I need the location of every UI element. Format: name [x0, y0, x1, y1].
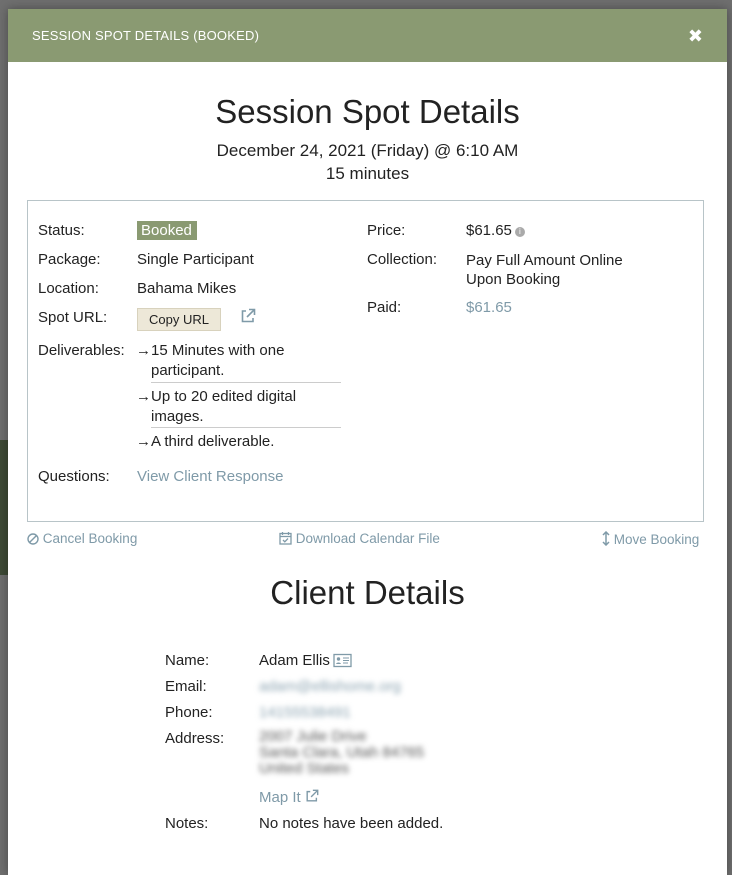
phone-label: Phone:	[165, 704, 213, 721]
external-link-icon[interactable]	[240, 308, 256, 329]
cancel-booking-button[interactable]: Cancel Booking	[27, 531, 137, 546]
address-line: United States	[259, 760, 350, 777]
map-it-label: Map It	[259, 789, 301, 806]
client-notes: No notes have been added.	[259, 815, 444, 832]
deliverables-label: Deliverables:	[38, 342, 125, 359]
collection-line: Pay Full Amount Online	[466, 252, 623, 269]
session-date: December 24, 2021 (Friday) @ 6:10 AM	[216, 141, 519, 160]
client-name: Adam Ellis	[259, 652, 330, 669]
modal-header: SESSION SPOT DETAILS (BOOKED) ✖	[8, 9, 727, 62]
copy-url-button[interactable]: Copy URL	[137, 308, 221, 331]
list-item: →A third deliverable.	[136, 432, 341, 452]
close-icon[interactable]: ✖	[688, 27, 703, 45]
vertical-arrows-icon	[602, 530, 610, 547]
questions-label: Questions:	[38, 468, 110, 485]
client-email[interactable]: adam@ellishome.org	[259, 678, 401, 695]
price-label: Price:	[367, 222, 406, 239]
divider	[151, 427, 341, 428]
modal-title: SESSION SPOT DETAILS (BOOKED)	[32, 28, 260, 43]
calendar-check-icon	[279, 532, 292, 545]
paid-label: Paid:	[367, 299, 402, 316]
address-label: Address:	[165, 730, 225, 747]
package-label: Package:	[38, 251, 101, 268]
map-it-link[interactable]: Map It	[259, 789, 319, 806]
collection-value: Pay Full Amount Online Upon Booking	[466, 251, 623, 289]
background-image-fragment	[0, 440, 8, 575]
cancel-booking-label: Cancel Booking	[42, 531, 138, 546]
deliverable-line: →Up to 20 edited digital	[136, 388, 297, 405]
deliverable-line: →15 Minutes with one	[136, 342, 285, 359]
contact-card-icon[interactable]	[333, 653, 352, 672]
page-title: Session Spot Details	[215, 93, 520, 130]
client-phone[interactable]: 14155538491	[259, 704, 351, 721]
deliverable-line: images.	[151, 408, 204, 425]
external-link-icon	[306, 789, 319, 802]
session-spot-modal: SESSION SPOT DETAILS (BOOKED) ✖ Session …	[8, 9, 727, 875]
view-client-response-link[interactable]: View Client Response	[137, 468, 283, 485]
name-label: Name:	[165, 652, 210, 669]
list-item: →Up to 20 edited digital images.	[136, 387, 341, 427]
status-badge: Booked	[137, 221, 197, 240]
location-label: Location:	[38, 280, 99, 297]
download-calendar-button[interactable]: Download Calendar File	[279, 531, 440, 546]
session-duration: 15 minutes	[325, 164, 410, 183]
email-label: Email:	[165, 678, 207, 695]
address-line: Santa Clara, Utah 84765	[259, 744, 425, 761]
address-line: 2007 Julie Drive	[259, 728, 367, 745]
collection-label: Collection:	[367, 251, 438, 268]
name-value-wrap: Adam Ellis	[259, 652, 352, 672]
price-value: $61.65	[466, 222, 512, 239]
location-value: Bahama Mikes	[137, 280, 237, 297]
package-value: Single Participant	[137, 251, 254, 268]
ban-icon	[27, 533, 39, 545]
deliverable-line: participant.	[151, 362, 225, 379]
move-booking-button[interactable]: Move Booking	[602, 530, 700, 547]
deliverable-line: →A third deliverable.	[136, 433, 275, 450]
client-details-heading: Client Details	[270, 574, 465, 611]
move-booking-label: Move Booking	[613, 532, 700, 547]
paid-value: $61.65	[466, 299, 512, 316]
info-icon[interactable]: i	[514, 227, 525, 237]
client-address: 2007 Julie Drive Santa Clara, Utah 84765…	[259, 729, 424, 777]
notes-label: Notes:	[165, 815, 209, 832]
download-calendar-label: Download Calendar File	[295, 531, 440, 546]
price-value-wrap: $61.65 i	[466, 222, 525, 239]
list-item: →15 Minutes with one participant.	[136, 341, 341, 381]
spot-url-label: Spot URL:	[38, 309, 108, 326]
divider	[151, 382, 341, 383]
collection-line: Upon Booking	[466, 271, 561, 288]
booking-actions: Cancel Booking Download Calendar File Mo…	[27, 530, 704, 551]
status-label: Status:	[38, 222, 85, 239]
details-panel: Status: Booked Package: Single Participa…	[27, 200, 704, 522]
